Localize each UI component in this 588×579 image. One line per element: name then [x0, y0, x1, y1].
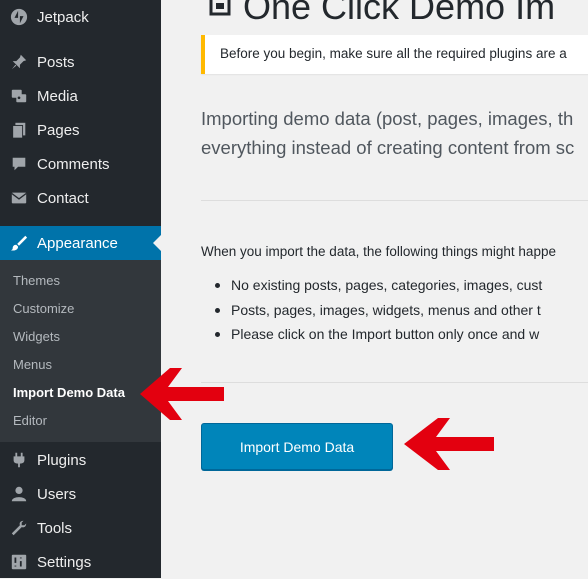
submenu-item-customize[interactable]: Customize: [13, 299, 74, 319]
import-demo-data-button[interactable]: Import Demo Data: [201, 423, 393, 470]
sidebar-item-settings[interactable]: Settings: [0, 545, 161, 579]
paintbrush-icon: [10, 234, 28, 252]
sidebar-item-label: Settings: [37, 553, 92, 571]
sidebar-item-label: Pages: [37, 121, 80, 139]
settings-icon: [10, 553, 28, 571]
active-indicator: [153, 235, 161, 251]
sidebar-item-comments[interactable]: Comments: [0, 147, 161, 181]
bullet-dot: [215, 308, 220, 313]
submenu-item-import-demo-data[interactable]: Import Demo Data: [13, 383, 125, 403]
users-icon: [10, 485, 28, 503]
media-icon: [10, 87, 28, 105]
document-icon: [209, 0, 231, 16]
sidebar-item-users[interactable]: Users: [0, 477, 161, 511]
submenu-item-menus[interactable]: Menus: [13, 355, 52, 375]
page-title: One Click Demo Im: [243, 0, 556, 27]
sidebar-item-plugins[interactable]: Plugins: [0, 443, 161, 477]
list-item: No existing posts, pages, categories, im…: [215, 277, 543, 293]
divider: [201, 200, 588, 201]
pushpin-icon: [10, 53, 28, 71]
sidebar-item-label: Contact: [37, 189, 89, 207]
bullet-dot: [215, 332, 220, 337]
submenu-item-themes[interactable]: Themes: [13, 271, 60, 291]
sidebar-item-media[interactable]: Media: [0, 79, 161, 113]
intro-line-1: Importing demo data (post, pages, images…: [201, 108, 574, 129]
list-item: Posts, pages, images, widgets, menus and…: [215, 302, 541, 318]
list-item-text: Posts, pages, images, widgets, menus and…: [231, 302, 541, 318]
list-item: Please click on the Import button only o…: [215, 326, 540, 342]
admin-sidebar: Jetpack Posts Media Pages Comments Conta…: [0, 0, 161, 578]
list-item-text: Please click on the Import button only o…: [231, 326, 540, 342]
sidebar-item-posts[interactable]: Posts: [0, 45, 161, 79]
sidebar-item-label: Comments: [37, 155, 110, 173]
jetpack-icon: [10, 8, 28, 26]
sidebar-item-contact[interactable]: Contact: [0, 181, 161, 215]
envelope-icon: [10, 189, 28, 207]
sidebar-item-jetpack[interactable]: Jetpack: [0, 0, 161, 34]
sidebar-item-appearance[interactable]: Appearance: [0, 226, 161, 260]
sidebar-item-label: Posts: [37, 53, 75, 71]
intro-text: Importing demo data (post, pages, images…: [201, 104, 588, 162]
submenu-item-widgets[interactable]: Widgets: [13, 327, 60, 347]
plugin-icon: [10, 451, 28, 469]
sidebar-item-pages[interactable]: Pages: [0, 113, 161, 147]
notice-banner: Before you begin, make sure all the requ…: [201, 35, 588, 74]
divider: [201, 382, 588, 383]
sidebar-item-tools[interactable]: Tools: [0, 511, 161, 545]
pages-icon: [10, 121, 28, 139]
notice-text: Before you begin, make sure all the requ…: [220, 46, 567, 61]
main-content: One Click Demo Im Before you begin, make…: [161, 0, 588, 578]
list-item-text: No existing posts, pages, categories, im…: [231, 277, 543, 293]
sidebar-item-label: Appearance: [37, 234, 118, 252]
sidebar-item-label: Media: [37, 87, 78, 105]
sidebar-item-label: Jetpack: [37, 8, 89, 26]
wrench-icon: [10, 519, 28, 537]
sidebar-item-label: Plugins: [37, 451, 87, 469]
red-arrow-icon: [140, 368, 224, 420]
import-info-text: When you import the data, the following …: [201, 244, 556, 259]
intro-line-2: everything instead of creating content f…: [201, 137, 575, 158]
sidebar-item-label: Tools: [37, 519, 73, 537]
red-arrow-icon: [404, 418, 494, 470]
submenu-item-editor[interactable]: Editor: [13, 411, 47, 431]
sidebar-item-label: Users: [37, 485, 77, 503]
bullet-dot: [215, 283, 220, 288]
comments-icon: [10, 155, 28, 173]
